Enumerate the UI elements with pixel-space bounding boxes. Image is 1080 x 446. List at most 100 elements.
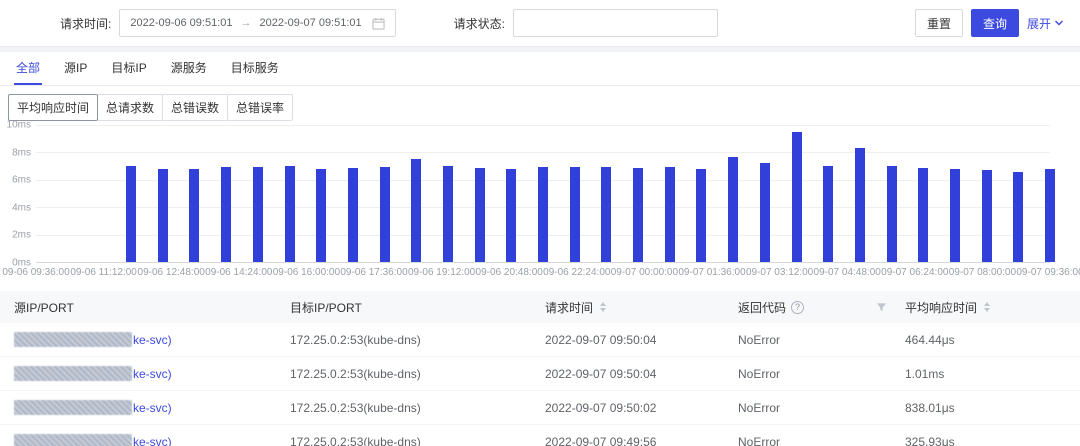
time-range-picker[interactable]: 2022-09-06 09:51:01 → 2022-09-07 09:51:0… bbox=[119, 9, 395, 37]
request-status-field: 请求状态: bbox=[454, 9, 718, 37]
chart-bar[interactable] bbox=[982, 170, 992, 262]
chart-bar[interactable] bbox=[538, 167, 548, 262]
sort-avg-response-time[interactable] bbox=[984, 302, 990, 312]
redacted-source-ip bbox=[14, 434, 132, 446]
chart-bar[interactable] bbox=[285, 166, 295, 262]
avg-response-cell: 325.93μs bbox=[905, 435, 1080, 446]
expand-label: 展开 bbox=[1027, 15, 1051, 32]
chart-bar[interactable] bbox=[443, 166, 453, 262]
request-time-cell: 2022-09-07 09:50:02 bbox=[545, 401, 738, 415]
requests-table: 源IP/PORT 目标IP/PORT 请求时间 返回代码 ? 平均响应时间 ke… bbox=[0, 291, 1080, 446]
y-axis-label: 6ms bbox=[12, 175, 31, 186]
return-code-cell: NoError bbox=[738, 435, 905, 446]
chart-bar[interactable] bbox=[475, 168, 485, 262]
filter-funnel-icon[interactable] bbox=[876, 302, 887, 313]
chart-bar[interactable] bbox=[253, 167, 263, 262]
chart-bar[interactable] bbox=[696, 169, 706, 262]
calendar-icon[interactable] bbox=[372, 17, 385, 30]
source-service-link[interactable]: ke-svc) bbox=[133, 401, 172, 415]
return-code-cell: NoError bbox=[738, 367, 905, 381]
chart-bar[interactable] bbox=[601, 167, 611, 262]
col-return-code: 返回代码 ? bbox=[738, 299, 905, 316]
chart-bar[interactable] bbox=[158, 169, 168, 262]
expand-toggle[interactable]: 展开 bbox=[1027, 15, 1064, 32]
tab-all[interactable]: 全部 bbox=[14, 59, 42, 85]
chart-bar[interactable] bbox=[380, 167, 390, 262]
tab-target-service[interactable]: 目标服务 bbox=[229, 59, 281, 85]
tab-target-ip[interactable]: 目标IP bbox=[109, 59, 148, 85]
request-time-field: 请求时间: 2022-09-06 09:51:01 → 2022-09-07 0… bbox=[60, 9, 396, 37]
request-status-input[interactable] bbox=[513, 9, 718, 37]
x-axis-label: 09-06 14:24:00 bbox=[205, 267, 272, 278]
metric-avg-response-time[interactable]: 平均响应时间 bbox=[8, 94, 98, 121]
x-axis-label: 09-06 17:36:00 bbox=[340, 267, 407, 278]
avg-response-time-chart: 10ms8ms6ms4ms2ms0ms 09-06 09:36:0009-06 … bbox=[8, 125, 1056, 287]
chart-bar[interactable] bbox=[792, 132, 802, 262]
x-axis-label: 09-07 04:48:00 bbox=[814, 267, 881, 278]
chart-bar[interactable] bbox=[348, 168, 358, 262]
chart-bar[interactable] bbox=[1045, 169, 1055, 262]
col-code-label: 返回代码 bbox=[738, 299, 786, 316]
source-ip-cell: ke-svc) bbox=[14, 332, 290, 347]
target-ip-cell: 172.25.0.2:53(kube-dns) bbox=[290, 367, 545, 381]
x-axis-label: 09-07 01:36:00 bbox=[678, 267, 745, 278]
chart-bar[interactable] bbox=[665, 167, 675, 262]
x-axis-label: 09-06 22:24:00 bbox=[543, 267, 610, 278]
time-start-value[interactable]: 2022-09-06 09:51:01 bbox=[130, 17, 232, 29]
request-status-label: 请求状态: bbox=[454, 15, 505, 32]
col-target-ip-port: 目标IP/PORT bbox=[290, 299, 545, 316]
metric-total-requests[interactable]: 总请求数 bbox=[97, 94, 163, 121]
chart-bar[interactable] bbox=[570, 167, 580, 262]
redacted-source-ip bbox=[14, 332, 132, 347]
return-code-cell: NoError bbox=[738, 333, 905, 347]
help-icon[interactable]: ? bbox=[791, 301, 804, 314]
chart-bar[interactable] bbox=[887, 166, 897, 262]
chart-bar[interactable] bbox=[506, 169, 516, 262]
chart-bar[interactable] bbox=[221, 167, 231, 262]
source-service-link[interactable]: ke-svc) bbox=[133, 333, 172, 347]
dimension-tabs: 全部 源IP 目标IP 源服务 目标服务 bbox=[0, 52, 1080, 86]
sort-request-time[interactable] bbox=[600, 302, 606, 312]
x-axis-label: 09-07 09:36:00 bbox=[1016, 267, 1080, 278]
chart-plot-area bbox=[36, 125, 1050, 263]
query-button[interactable]: 查询 bbox=[971, 9, 1019, 37]
tab-source-service[interactable]: 源服务 bbox=[169, 59, 209, 85]
table-row: ke-svc) 172.25.0.2:53(kube-dns) 2022-09-… bbox=[0, 357, 1080, 391]
x-axis-label: 09-06 19:12:00 bbox=[408, 267, 475, 278]
range-separator: → bbox=[241, 17, 252, 29]
chart-bar[interactable] bbox=[760, 163, 770, 262]
request-time-cell: 2022-09-07 09:50:04 bbox=[545, 333, 738, 347]
source-service-link[interactable]: ke-svc) bbox=[133, 367, 172, 381]
source-ip-cell: ke-svc) bbox=[14, 434, 290, 446]
chart-bar[interactable] bbox=[823, 166, 833, 262]
y-axis-label: 4ms bbox=[12, 202, 31, 213]
chart-bar[interactable] bbox=[1013, 172, 1023, 262]
chart-bar[interactable] bbox=[950, 169, 960, 262]
chart-bar[interactable] bbox=[855, 148, 865, 262]
chart-bar[interactable] bbox=[918, 168, 928, 262]
x-axis-label: 09-06 20:48:00 bbox=[476, 267, 543, 278]
avg-response-cell: 1.01ms bbox=[905, 367, 1080, 381]
chart-bar[interactable] bbox=[633, 168, 643, 262]
col-time-label: 请求时间 bbox=[545, 299, 593, 316]
avg-response-cell: 838.01μs bbox=[905, 401, 1080, 415]
chart-bar[interactable] bbox=[189, 169, 199, 262]
time-end-value[interactable]: 2022-09-07 09:51:01 bbox=[260, 17, 362, 29]
metric-total-errors[interactable]: 总错误数 bbox=[162, 94, 228, 121]
reset-button[interactable]: 重置 bbox=[915, 9, 963, 37]
chart-bar[interactable] bbox=[316, 169, 326, 262]
target-ip-cell: 172.25.0.2:53(kube-dns) bbox=[290, 333, 545, 347]
chart-bar[interactable] bbox=[728, 157, 738, 262]
return-code-cell: NoError bbox=[738, 401, 905, 415]
col-avg-label: 平均响应时间 bbox=[905, 299, 977, 316]
col-avg-response-time: 平均响应时间 bbox=[905, 299, 1080, 316]
chart-bar[interactable] bbox=[126, 166, 136, 262]
metric-total-error-rate[interactable]: 总错误率 bbox=[227, 94, 293, 121]
source-service-link[interactable]: ke-svc) bbox=[133, 435, 172, 446]
col-request-time: 请求时间 bbox=[545, 299, 738, 316]
table-row: ke-svc) 172.25.0.2:53(kube-dns) 2022-09-… bbox=[0, 391, 1080, 425]
chart-bar[interactable] bbox=[411, 159, 421, 262]
gridline bbox=[36, 125, 1050, 126]
tab-source-ip[interactable]: 源IP bbox=[62, 59, 89, 85]
filter-bar: 请求时间: 2022-09-06 09:51:01 → 2022-09-07 0… bbox=[0, 0, 1080, 46]
